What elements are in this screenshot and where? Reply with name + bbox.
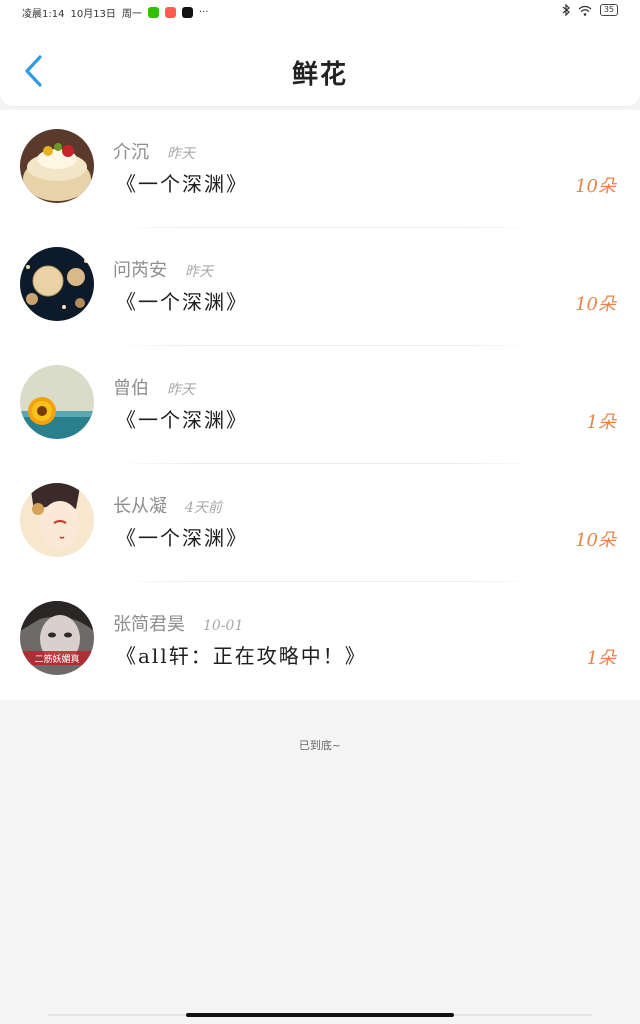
wifi-icon: [578, 5, 592, 16]
work-title[interactable]: 《一个深渊》: [116, 404, 248, 433]
navigation-header: 鲜花: [0, 24, 640, 106]
flower-count: 10朵: [575, 176, 616, 197]
battery-level: 35: [603, 5, 614, 14]
flower-list: 介沉 昨天 《一个深渊》 10朵 问芮安 昨天 《一个深渊》 10朵 曾伯 昨天…: [0, 110, 640, 700]
list-item[interactable]: 介沉 昨天 《一个深渊》 10朵: [0, 110, 640, 228]
send-time: 昨天: [185, 264, 213, 280]
status-right: 35: [562, 4, 618, 16]
bluetooth-icon: [562, 4, 570, 16]
end-of-list-text: 已到底~: [298, 739, 342, 752]
send-time: 4天前: [185, 500, 222, 516]
status-weekday: 周一: [121, 9, 142, 20]
list-item[interactable]: 曾伯 昨天 《一个深渊》 1朵: [0, 346, 640, 464]
anime-girl-avatar-image: [20, 483, 94, 557]
avatar[interactable]: [20, 129, 94, 203]
list-item[interactable]: 长从凝 4天前 《一个深渊》 10朵: [0, 464, 640, 582]
cake-avatar-image: [20, 129, 94, 203]
home-indicator[interactable]: [186, 1013, 454, 1017]
send-time: 昨天: [167, 382, 195, 398]
sender-name[interactable]: 张简君昊: [113, 610, 185, 636]
avatar[interactable]: [20, 483, 94, 557]
battery-icon: 35: [599, 4, 618, 16]
item-meta: 介沉 昨天: [113, 138, 195, 164]
flower-count: 1朵: [586, 412, 616, 433]
avatar-caption: 二筋妖媚真: [34, 653, 79, 665]
lanterns-avatar-image: [20, 247, 94, 321]
item-meta: 张简君昊 10-01: [113, 610, 243, 636]
sender-name[interactable]: 介沉: [113, 138, 149, 164]
flower-count: 10朵: [575, 294, 616, 315]
avatar[interactable]: [20, 365, 94, 439]
item-meta: 长从凝 4天前: [113, 492, 222, 518]
send-time: 10-01: [203, 618, 244, 634]
work-title[interactable]: 《all轩：正在攻略中！》: [116, 640, 367, 669]
send-time: 昨天: [167, 146, 195, 162]
item-meta: 问芮安 昨天: [113, 256, 213, 282]
list-item[interactable]: 二筋妖媚真 张简君昊 10-01 《all轩：正在攻略中！》 1朵: [0, 582, 640, 700]
avatar[interactable]: 二筋妖媚真: [20, 601, 94, 675]
work-title[interactable]: 《一个深渊》: [116, 286, 248, 315]
status-bar: 凌晨1:14 10月13日 周一 ··· 35: [0, 0, 640, 24]
sender-name[interactable]: 曾伯: [113, 374, 149, 400]
flower-count: 1朵: [586, 648, 616, 669]
sunflower-avatar-image: [20, 365, 94, 439]
flower-count: 10朵: [575, 530, 616, 551]
wechat-icon: [147, 7, 159, 18]
work-title[interactable]: 《一个深渊》: [116, 522, 248, 551]
status-date: 10月13日: [70, 9, 116, 20]
list-item[interactable]: 问芮安 昨天 《一个深渊》 10朵: [0, 228, 640, 346]
tiktok-icon: [181, 7, 193, 18]
sender-name[interactable]: 问芮安: [113, 256, 167, 282]
sender-name[interactable]: 长从凝: [113, 492, 167, 518]
status-time: 凌晨1:14: [22, 9, 65, 20]
avatar[interactable]: [20, 247, 94, 321]
item-meta: 曾伯 昨天: [113, 374, 195, 400]
page-title: 鲜花: [291, 60, 348, 90]
status-left: 凌晨1:14 10月13日 周一 ···: [22, 5, 208, 20]
app-icon: [164, 7, 176, 18]
more-notifications: ···: [198, 7, 209, 18]
work-title[interactable]: 《一个深渊》: [116, 168, 248, 197]
portrait-avatar-image: 二筋妖媚真: [20, 601, 94, 675]
